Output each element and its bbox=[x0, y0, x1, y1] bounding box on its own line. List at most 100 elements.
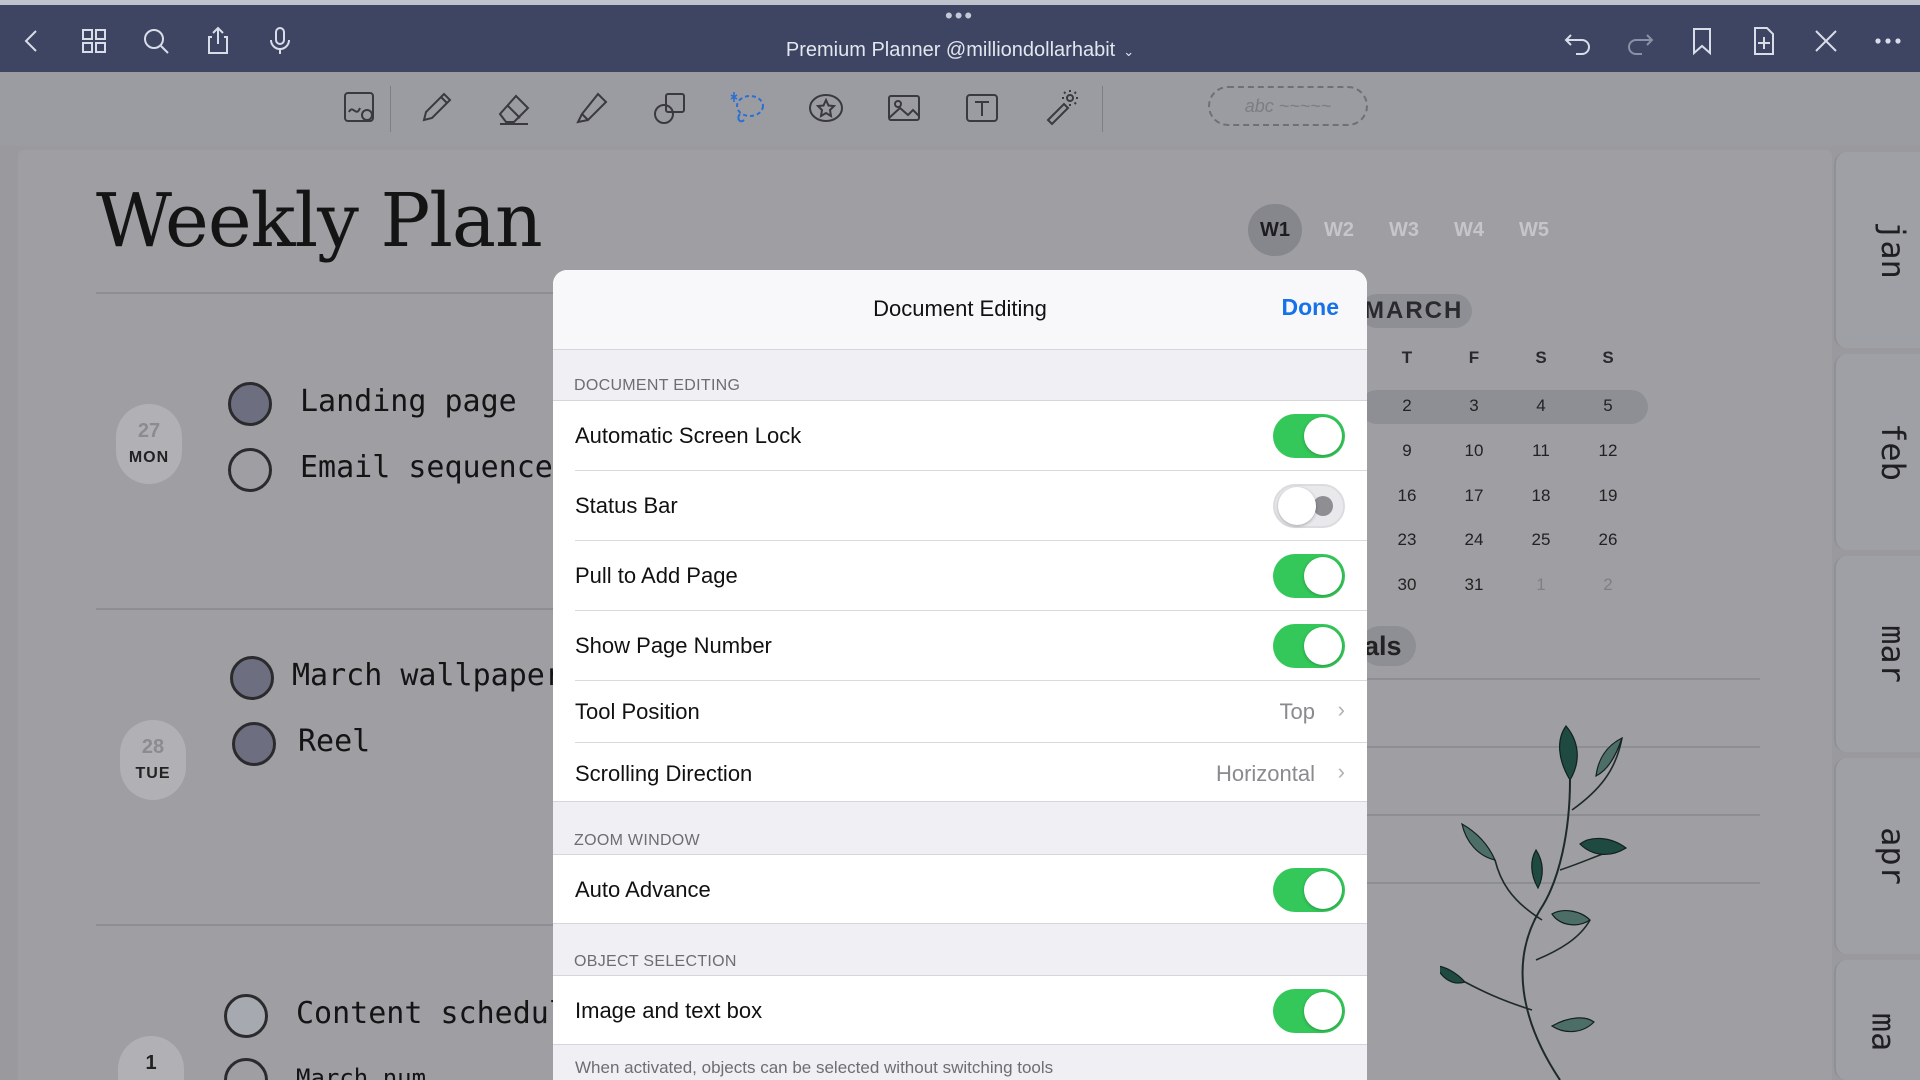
row-show-page-number[interactable]: Show Page Number bbox=[553, 611, 1367, 681]
calendar-date[interactable]: 1 bbox=[1511, 575, 1571, 595]
task-checkbox[interactable] bbox=[232, 722, 276, 766]
chevron-right-icon: › bbox=[1337, 759, 1345, 784]
window-grip[interactable]: ••• bbox=[945, 5, 974, 27]
calendar-date[interactable]: 26 bbox=[1578, 530, 1638, 550]
row-label: Image and text box bbox=[575, 998, 763, 1023]
task-text: Email sequence bbox=[300, 450, 553, 485]
row-tool-position[interactable]: Tool Position Top › bbox=[553, 681, 1367, 743]
done-button[interactable]: Done bbox=[1282, 294, 1340, 321]
redo-icon[interactable] bbox=[1622, 23, 1658, 59]
calendar-date[interactable]: 30 bbox=[1377, 575, 1437, 595]
month-tab-label: apr bbox=[1873, 827, 1912, 885]
task-checkbox[interactable] bbox=[224, 994, 268, 1038]
title-chevron-down-icon: ⌄ bbox=[1123, 44, 1135, 59]
lasso-tool-icon[interactable] bbox=[726, 86, 770, 130]
divider bbox=[96, 608, 556, 610]
calendar-date[interactable]: 19 bbox=[1578, 486, 1638, 506]
row-scrolling-direction[interactable]: Scrolling Direction Horizontal › bbox=[553, 743, 1367, 803]
scrolling-direction-value: Horizontal bbox=[1215, 761, 1315, 786]
calendar-date[interactable]: 5 bbox=[1578, 396, 1638, 416]
section-header-zoom-window: ZOOM WINDOW bbox=[574, 832, 700, 849]
document-editing-sheet: Document Editing Done DOCUMENT EDITING A… bbox=[553, 270, 1367, 1080]
task-checkbox[interactable] bbox=[228, 382, 272, 426]
month-tab-may[interactable]: ma bbox=[1834, 960, 1920, 1080]
task-text: Landing page bbox=[300, 384, 517, 419]
row-image-and-text-box[interactable]: Image and text box bbox=[553, 976, 1367, 1046]
pull-to-add-page-toggle[interactable] bbox=[1273, 554, 1345, 598]
highlighter-tool-icon[interactable] bbox=[570, 86, 614, 130]
calendar-date[interactable]: 12 bbox=[1578, 441, 1638, 461]
close-pen-icon[interactable] bbox=[1808, 23, 1844, 59]
more-icon[interactable] bbox=[1870, 23, 1906, 59]
row-status-bar[interactable]: Status Bar bbox=[553, 471, 1367, 541]
calendar-date[interactable]: 10 bbox=[1444, 441, 1504, 461]
calendar-date[interactable]: 11 bbox=[1511, 441, 1571, 461]
month-tab-jan[interactable]: jan bbox=[1834, 152, 1920, 348]
week-tab-w3[interactable]: W3 bbox=[1377, 204, 1431, 256]
tool-position-value: Top bbox=[1279, 699, 1315, 724]
toggle-knob bbox=[1313, 496, 1333, 516]
calendar-date[interactable]: 24 bbox=[1444, 530, 1504, 550]
undo-icon[interactable] bbox=[1560, 23, 1596, 59]
auto-advance-toggle[interactable] bbox=[1273, 868, 1345, 912]
divider bbox=[1360, 678, 1760, 680]
section-header-document-editing: DOCUMENT EDITING bbox=[574, 377, 741, 394]
calendar-weekday-header: S bbox=[1602, 348, 1614, 367]
calendar-weekday-header: F bbox=[1468, 348, 1480, 367]
row-label: Tool Position bbox=[575, 699, 700, 724]
sheet-title: Document Editing bbox=[873, 296, 1047, 321]
add-page-icon[interactable] bbox=[1746, 23, 1782, 59]
month-tab-feb[interactable]: feb bbox=[1834, 354, 1920, 550]
week-tab-w4[interactable]: W4 bbox=[1442, 204, 1496, 256]
row-pull-to-add-page[interactable]: Pull to Add Page bbox=[553, 541, 1367, 611]
row-label: Scrolling Direction bbox=[575, 761, 753, 786]
task-checkbox[interactable] bbox=[228, 448, 272, 492]
lasso-handwriting-placeholder[interactable]: abc ~~~~~ bbox=[1208, 86, 1368, 126]
object-selection-footnote: When activated, objects can be selected … bbox=[575, 1058, 1054, 1077]
task-checkbox[interactable] bbox=[230, 656, 274, 700]
calendar-date[interactable]: 16 bbox=[1377, 486, 1437, 506]
calendar-date[interactable]: 3 bbox=[1444, 396, 1504, 416]
month-tab-label: feb bbox=[1873, 423, 1912, 481]
text-tool-icon[interactable] bbox=[960, 86, 1004, 130]
leaf-branch-illustration bbox=[1440, 725, 1628, 1080]
calendar-date[interactable]: 17 bbox=[1444, 486, 1504, 506]
status-bar-toggle[interactable] bbox=[1273, 484, 1345, 528]
month-tab-mar[interactable]: mar bbox=[1834, 556, 1920, 752]
calendar-date[interactable]: 2 bbox=[1377, 396, 1437, 416]
zoom-window-icon[interactable] bbox=[338, 86, 382, 130]
calendar-date[interactable]: 9 bbox=[1377, 441, 1437, 461]
month-tab-apr[interactable]: apr bbox=[1834, 758, 1920, 954]
settings-group-object-selection: Image and text box bbox=[553, 975, 1367, 1045]
day-number: 27 bbox=[137, 420, 161, 442]
day-weekday: TUE bbox=[135, 765, 171, 782]
shape-tool-icon[interactable] bbox=[648, 86, 692, 130]
show-page-number-toggle[interactable] bbox=[1273, 624, 1345, 668]
row-auto-advance[interactable]: Auto Advance bbox=[553, 855, 1367, 925]
day-weekday: MON bbox=[128, 449, 170, 466]
image-and-text-box-toggle[interactable] bbox=[1273, 989, 1345, 1033]
sticker-tool-icon[interactable] bbox=[804, 86, 848, 130]
row-automatic-screen-lock[interactable]: Automatic Screen Lock bbox=[553, 401, 1367, 471]
automatic-screen-lock-toggle[interactable] bbox=[1273, 414, 1345, 458]
image-tool-icon[interactable] bbox=[882, 86, 926, 130]
eraser-tool-icon[interactable] bbox=[492, 86, 536, 130]
month-tab-label: ma bbox=[1864, 1012, 1903, 1052]
week-tab-w2[interactable]: W2 bbox=[1312, 204, 1366, 256]
calendar-date[interactable]: 2 bbox=[1578, 575, 1638, 595]
calendar-date[interactable]: 4 bbox=[1511, 396, 1571, 416]
week-tab-w5[interactable]: W5 bbox=[1507, 204, 1561, 256]
calendar-date[interactable]: 18 bbox=[1511, 486, 1571, 506]
pen-tool-icon[interactable] bbox=[414, 86, 458, 130]
calendar-date[interactable]: 31 bbox=[1444, 575, 1504, 595]
page-heading: Weekly Plan bbox=[96, 178, 543, 264]
chevron-right-icon: › bbox=[1337, 697, 1345, 722]
laser-pointer-icon[interactable] bbox=[1038, 86, 1082, 130]
bookmark-icon[interactable] bbox=[1684, 23, 1720, 59]
sheet-header: Document Editing Done bbox=[553, 270, 1367, 350]
day-number: 28 bbox=[141, 736, 165, 758]
calendar-date[interactable]: 25 bbox=[1511, 530, 1571, 550]
week-tab-w1[interactable]: W1 bbox=[1248, 204, 1302, 256]
calendar-date[interactable]: 23 bbox=[1377, 530, 1437, 550]
top-navigation-bar: ••• Premium Planner @milliondollarhabit ⌄ bbox=[0, 0, 1920, 72]
